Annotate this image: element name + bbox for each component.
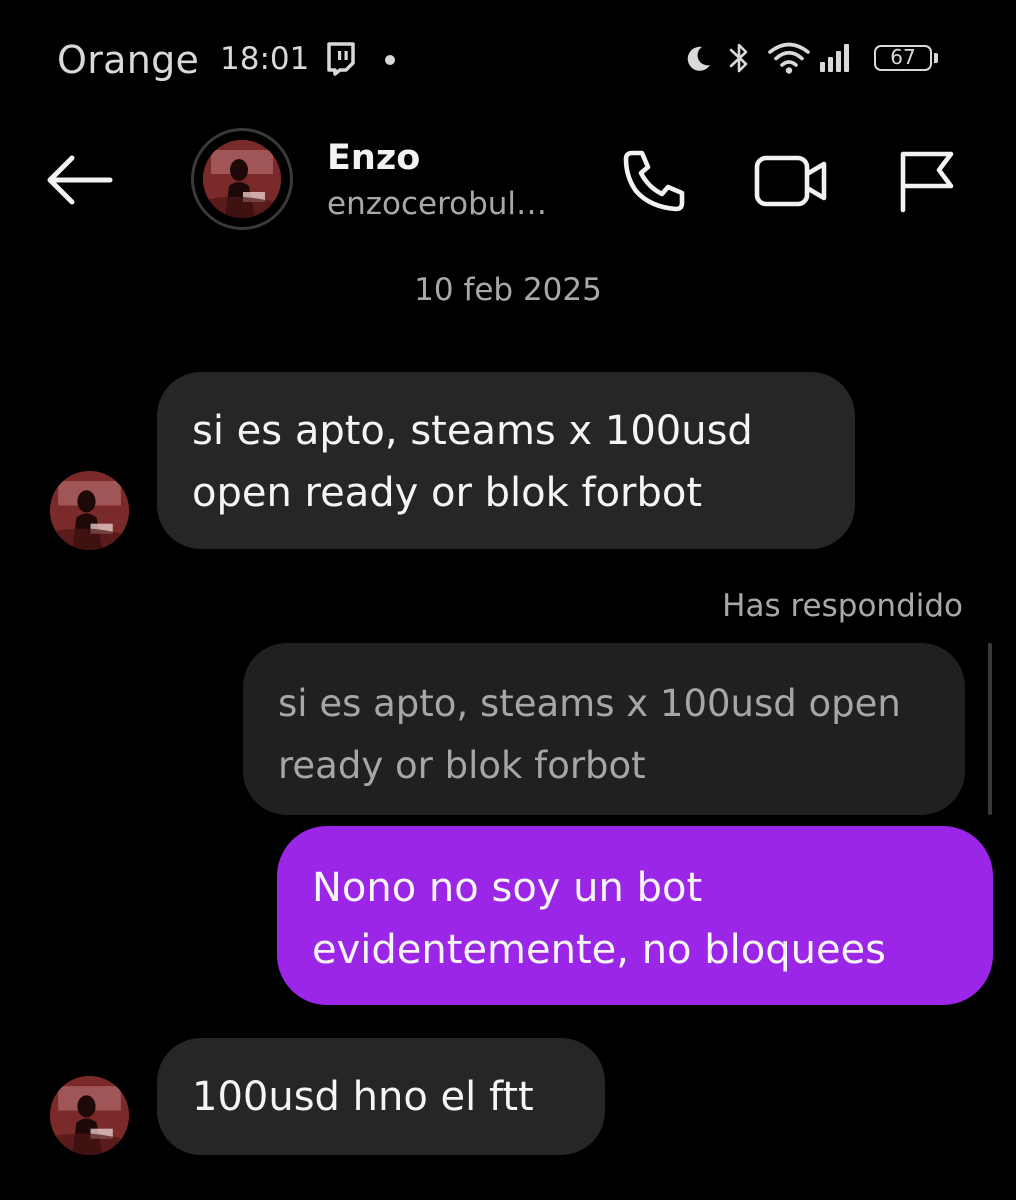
message-line: si es apto, steams x 100usd <box>192 408 753 454</box>
signal-icon <box>818 42 854 74</box>
incoming-message-bubble[interactable]: 100usd hno el ftt <box>157 1038 605 1155</box>
arrow-left-icon <box>47 155 113 205</box>
quoted-message[interactable]: si es apto, steams x 100usd open ready o… <box>243 643 965 815</box>
message-line: open ready or blok forbot <box>192 470 703 516</box>
sender-avatar[interactable] <box>50 471 129 550</box>
quoted-line: ready or blok forbot <box>278 744 646 787</box>
outgoing-message-bubble[interactable]: Nono no soy un bot evidentemente, no blo… <box>277 826 993 1005</box>
battery-level: 67 <box>890 45 916 69</box>
date-separator: 10 feb 2025 <box>414 272 602 308</box>
contact-username[interactable]: enzocerobul… <box>327 186 547 222</box>
incoming-message-bubble[interactable]: si es apto, steams x 100usd open ready o… <box>157 372 855 549</box>
twitch-icon <box>326 42 356 76</box>
avatar[interactable] <box>203 140 281 218</box>
video-camera-icon <box>754 155 827 207</box>
sender-avatar[interactable] <box>50 1076 129 1155</box>
report-button[interactable] <box>893 148 957 214</box>
back-button[interactable] <box>40 150 116 210</box>
message-line: 100usd hno el ftt <box>192 1074 534 1120</box>
contact-name[interactable]: Enzo <box>327 138 420 178</box>
call-button[interactable] <box>618 145 690 217</box>
notification-dot <box>385 55 395 65</box>
bluetooth-icon <box>727 40 751 76</box>
moon-icon <box>683 44 713 74</box>
message-line: evidentemente, no bloquees <box>312 927 887 973</box>
status-time: 18:01 <box>220 41 310 77</box>
flag-icon <box>900 151 954 213</box>
battery-icon: 67 <box>874 45 932 71</box>
video-call-button[interactable] <box>752 150 830 212</box>
wifi-icon <box>767 40 811 76</box>
message-line: Nono no soy un bot <box>312 865 703 911</box>
quote-bar <box>988 643 992 815</box>
phone-icon <box>623 150 685 212</box>
carrier-name: Orange <box>57 38 200 82</box>
reply-label: Has respondido <box>722 588 963 624</box>
battery-tip <box>934 53 938 63</box>
quoted-line: si es apto, steams x 100usd open <box>278 682 901 725</box>
status-bar: Orange 18:01 67 <box>0 0 1016 120</box>
